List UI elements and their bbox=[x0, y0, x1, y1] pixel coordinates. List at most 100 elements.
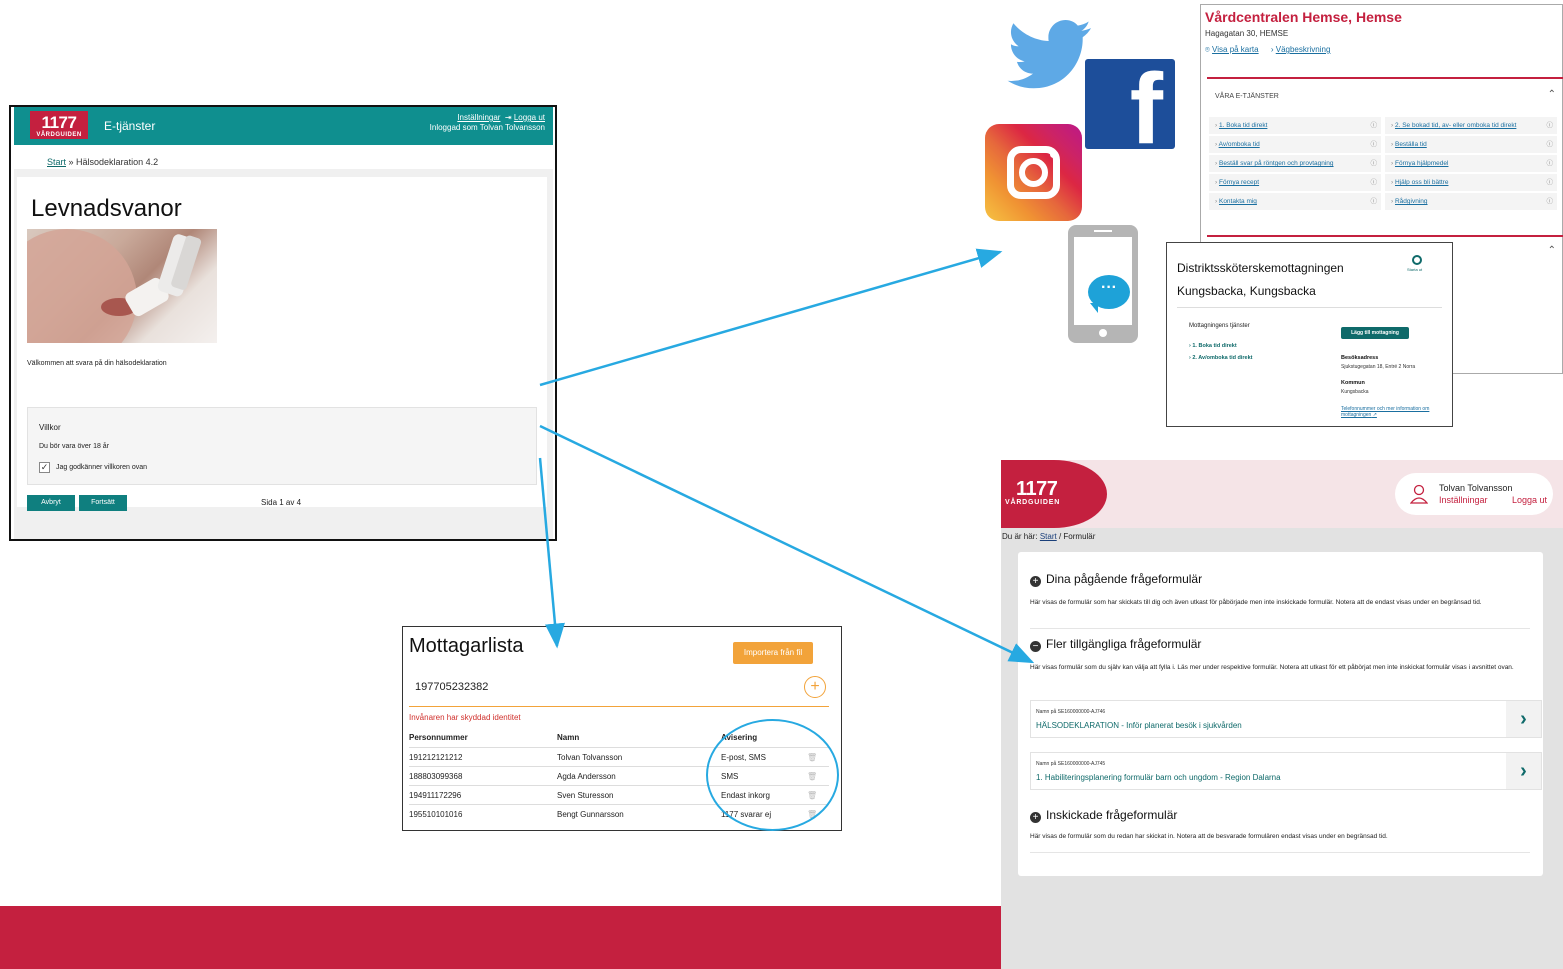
clinic-address: Hagagatan 30, HEMSE bbox=[1205, 29, 1289, 38]
municipality-value: Kungsbacka bbox=[1341, 389, 1369, 395]
form-card[interactable]: Namn på SE160000000-AJ746 HÄLSODEKLARATI… bbox=[1030, 700, 1542, 738]
terms-box: Villkor Du bör vara över 18 år ✓ Jag god… bbox=[27, 407, 537, 485]
inhaler-illustration bbox=[27, 229, 202, 343]
clinic-location: Kungsbacka, Kungsbacka bbox=[1177, 284, 1316, 298]
settings-link[interactable]: Inställningar bbox=[1439, 495, 1488, 505]
phone-info-link[interactable]: Telefonnummer och mer information om mot… bbox=[1341, 406, 1452, 418]
arrow-to-social bbox=[539, 248, 1003, 387]
breadcrumb: Du är här: Start / Formulär bbox=[1002, 532, 1095, 541]
divider bbox=[1030, 852, 1530, 853]
chevron-up-icon[interactable]: ⌃ bbox=[1548, 89, 1556, 100]
eservice-item[interactable]: › Av/omboka tid ⓘ bbox=[1209, 136, 1381, 153]
personnummer-input[interactable]: 197705232382 bbox=[415, 681, 488, 693]
eservice-item[interactable]: › 1. Boka tid direkt ⓘ bbox=[1209, 117, 1381, 134]
eservice-item[interactable]: › 2. Se bokad tid, av- eller omboka tid … bbox=[1385, 117, 1557, 134]
form-title[interactable]: HÄLSODEKLARATION - Inför planerat besök … bbox=[1036, 721, 1242, 730]
add-clinic-button[interactable]: Lägg till mottagning bbox=[1341, 327, 1409, 339]
chevron-right-icon: › bbox=[1270, 45, 1274, 54]
accept-checkbox[interactable]: ✓ bbox=[39, 462, 50, 473]
continue-button[interactable]: Fortsätt bbox=[79, 495, 127, 511]
accept-label: Jag godkänner villkoren ovan bbox=[56, 464, 148, 471]
logged-in-text: Inloggad som Tolvan Tolvansson bbox=[429, 123, 545, 132]
info-icon: ⓘ bbox=[1370, 141, 1378, 148]
add-icon[interactable]: + bbox=[804, 676, 826, 698]
star-label[interactable]: Starta ut bbox=[1407, 267, 1422, 272]
import-button[interactable]: Importera från fil bbox=[733, 642, 813, 664]
facebook-icon: f bbox=[1085, 59, 1175, 159]
map-link[interactable]: Visa på karta bbox=[1212, 45, 1259, 54]
plus-circle-icon: + bbox=[1030, 812, 1041, 823]
visit-label: Besöksadress bbox=[1341, 355, 1379, 361]
section-available[interactable]: − Fler tillgängliga frågeformulär bbox=[1030, 637, 1201, 652]
eservice-item[interactable]: › Rådgivning ⓘ bbox=[1385, 193, 1557, 210]
header-bar: 1177 VÅRDGUIDEN Tolvan Tolvansson Instäl… bbox=[1001, 460, 1563, 528]
phone-chat-icon: ··· bbox=[1068, 225, 1138, 343]
cell-name: Agda Andersson bbox=[557, 772, 616, 781]
form-title[interactable]: 1. Habiliteringsplanering formulär barn … bbox=[1036, 773, 1281, 782]
form-card[interactable]: Namn på SE160000000-AJ745 1. Habiliterin… bbox=[1030, 752, 1542, 790]
user-icon bbox=[1410, 484, 1428, 504]
logout-link[interactable]: Logga ut bbox=[1512, 495, 1547, 505]
visit-value: Sjukstugegatan 18, Entré 2 Norra bbox=[1341, 364, 1416, 370]
info-icon: ⓘ bbox=[1546, 198, 1554, 205]
logo-1177[interactable]: 1177 VÅRDGUIDEN bbox=[30, 111, 88, 139]
section-divider bbox=[1207, 235, 1563, 237]
section-ongoing[interactable]: + Dina pågående frågeformulär bbox=[1030, 572, 1202, 587]
form-id: Namn på SE160000000-AJ746 bbox=[1036, 709, 1106, 715]
terms-title: Villkor bbox=[39, 423, 61, 432]
chevron-right-icon[interactable]: › bbox=[1506, 701, 1541, 737]
section-available-desc: Här visas formulär som du själv kan välj… bbox=[1030, 664, 1514, 671]
recipient-list-title: Mottagarlista bbox=[409, 635, 524, 657]
eservice-item[interactable]: › Beställ svar på röntgen och provtagnin… bbox=[1209, 155, 1381, 172]
levnadsvanor-screenshot: 1177 VÅRDGUIDEN E-tjänster Inställningar… bbox=[9, 105, 557, 541]
cell-name: Bengt Gunnarsson bbox=[557, 810, 624, 819]
section-submitted[interactable]: + Inskickade frågeformulär bbox=[1030, 808, 1177, 823]
minus-circle-icon: − bbox=[1030, 641, 1041, 652]
user-menu: Tolvan Tolvansson Inställningar Logga ut bbox=[1395, 473, 1553, 515]
eservices-heading: VÅRA E-TJÄNSTER bbox=[1215, 93, 1279, 100]
eservice-item[interactable]: › Hjälp oss bli bättre ⓘ bbox=[1385, 174, 1557, 191]
chevron-right-icon[interactable]: › bbox=[1506, 753, 1541, 789]
eservice-item[interactable]: › Beställa tid ⓘ bbox=[1385, 136, 1557, 153]
terms-text: Du bör vara över 18 år bbox=[39, 443, 110, 450]
clinic-name: Vårdcentralen Hemse, Hemse bbox=[1205, 9, 1402, 25]
protected-identity-warning: Invånaren har skyddad identitet bbox=[409, 713, 521, 722]
form-id: Namn på SE160000000-AJ745 bbox=[1036, 761, 1106, 767]
section-ongoing-desc: Här visas de formulär som har skickats t… bbox=[1030, 599, 1482, 606]
directions-link[interactable]: Vägbeskrivning bbox=[1276, 45, 1331, 54]
chevron-up-icon[interactable]: ⌃ bbox=[1548, 245, 1556, 256]
breadcrumb: Start » Hälsodeklaration 4.2 bbox=[47, 157, 158, 167]
crumb-start-link[interactable]: Start bbox=[1040, 532, 1057, 541]
pin-icon: ⌾ bbox=[1205, 45, 1210, 54]
cell-pnr: 195510101016 bbox=[409, 810, 463, 819]
eservice-item[interactable]: › Förnya recept ⓘ bbox=[1209, 174, 1381, 191]
info-icon: ⓘ bbox=[1546, 141, 1554, 148]
welcome-text: Välkommen att svara på din hälsodeklarat… bbox=[27, 360, 167, 367]
user-name: Tolvan Tolvansson bbox=[1439, 483, 1513, 493]
cell-pnr: 191212121212 bbox=[409, 753, 463, 762]
book-link[interactable]: › 1. Boka tid direkt bbox=[1189, 343, 1237, 349]
info-icon: ⓘ bbox=[1546, 160, 1554, 167]
eservice-item[interactable]: › Kontakta mig ⓘ bbox=[1209, 193, 1381, 210]
crumb-start-link[interactable]: Start bbox=[47, 157, 66, 167]
inhaler-photo bbox=[27, 229, 217, 343]
logout-icon: ⇥ bbox=[502, 113, 514, 122]
instagram-icon bbox=[985, 124, 1082, 221]
map-links: ⌾ Visa på karta › Vägbeskrivning bbox=[1205, 45, 1330, 55]
star-icon[interactable] bbox=[1412, 255, 1422, 265]
cell-name: Tolvan Tolvansson bbox=[557, 753, 623, 762]
cell-pnr: 188803099368 bbox=[409, 772, 463, 781]
eservice-item[interactable]: › Förnya hjälpmedel ⓘ bbox=[1385, 155, 1557, 172]
logout-link[interactable]: Logga ut bbox=[514, 113, 545, 122]
input-underline bbox=[409, 706, 829, 707]
page-title: Levnadsvanor bbox=[31, 195, 182, 222]
cell-name: Sven Sturesson bbox=[557, 791, 614, 800]
service-title: E-tjänster bbox=[104, 119, 156, 133]
page-indicator: Sida 1 av 4 bbox=[261, 498, 302, 507]
rebook-link[interactable]: › 2. Av/omboka tid direkt bbox=[1189, 355, 1252, 361]
logo-1177[interactable]: 1177 VÅRDGUIDEN bbox=[1001, 460, 1107, 528]
settings-link[interactable]: Inställningar bbox=[457, 113, 500, 122]
info-icon: ⓘ bbox=[1370, 160, 1378, 167]
section-divider bbox=[1207, 77, 1563, 79]
cancel-button[interactable]: Avbryt bbox=[27, 495, 75, 511]
